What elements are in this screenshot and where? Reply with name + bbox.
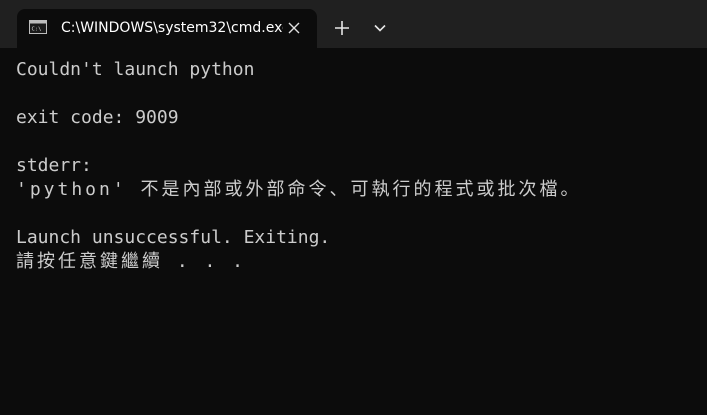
close-icon[interactable] — [284, 18, 304, 38]
terminal-line: 'python' 不是內部或外部命令、可執行的程式或批次檔。 — [16, 179, 582, 200]
terminal-line: stderr: — [16, 155, 92, 176]
terminal-line: 請按任意鍵繼續 . . . — [16, 251, 247, 272]
plus-icon[interactable] — [332, 18, 352, 38]
svg-text:C:\: C:\ — [32, 27, 42, 33]
title-bar: C:\ C:\WINDOWS\system32\cmd.exe — [0, 0, 707, 48]
tab-title: C:\WINDOWS\system32\cmd.exe — [61, 20, 283, 36]
tab-cmd[interactable]: C:\ C:\WINDOWS\system32\cmd.exe — [17, 9, 317, 48]
terminal-output[interactable]: Couldn't launch python exit code: 9009 s… — [0, 48, 707, 415]
terminal-line: Couldn't launch python — [16, 59, 255, 80]
terminal-window: C:\ C:\WINDOWS\system32\cmd.exe Couldn't… — [0, 0, 707, 415]
terminal-line: exit code: 9009 — [16, 107, 179, 128]
chevron-down-icon[interactable] — [371, 20, 389, 36]
terminal-line: Launch unsuccessful. Exiting. — [16, 227, 331, 248]
cmd-icon: C:\ — [29, 20, 47, 34]
